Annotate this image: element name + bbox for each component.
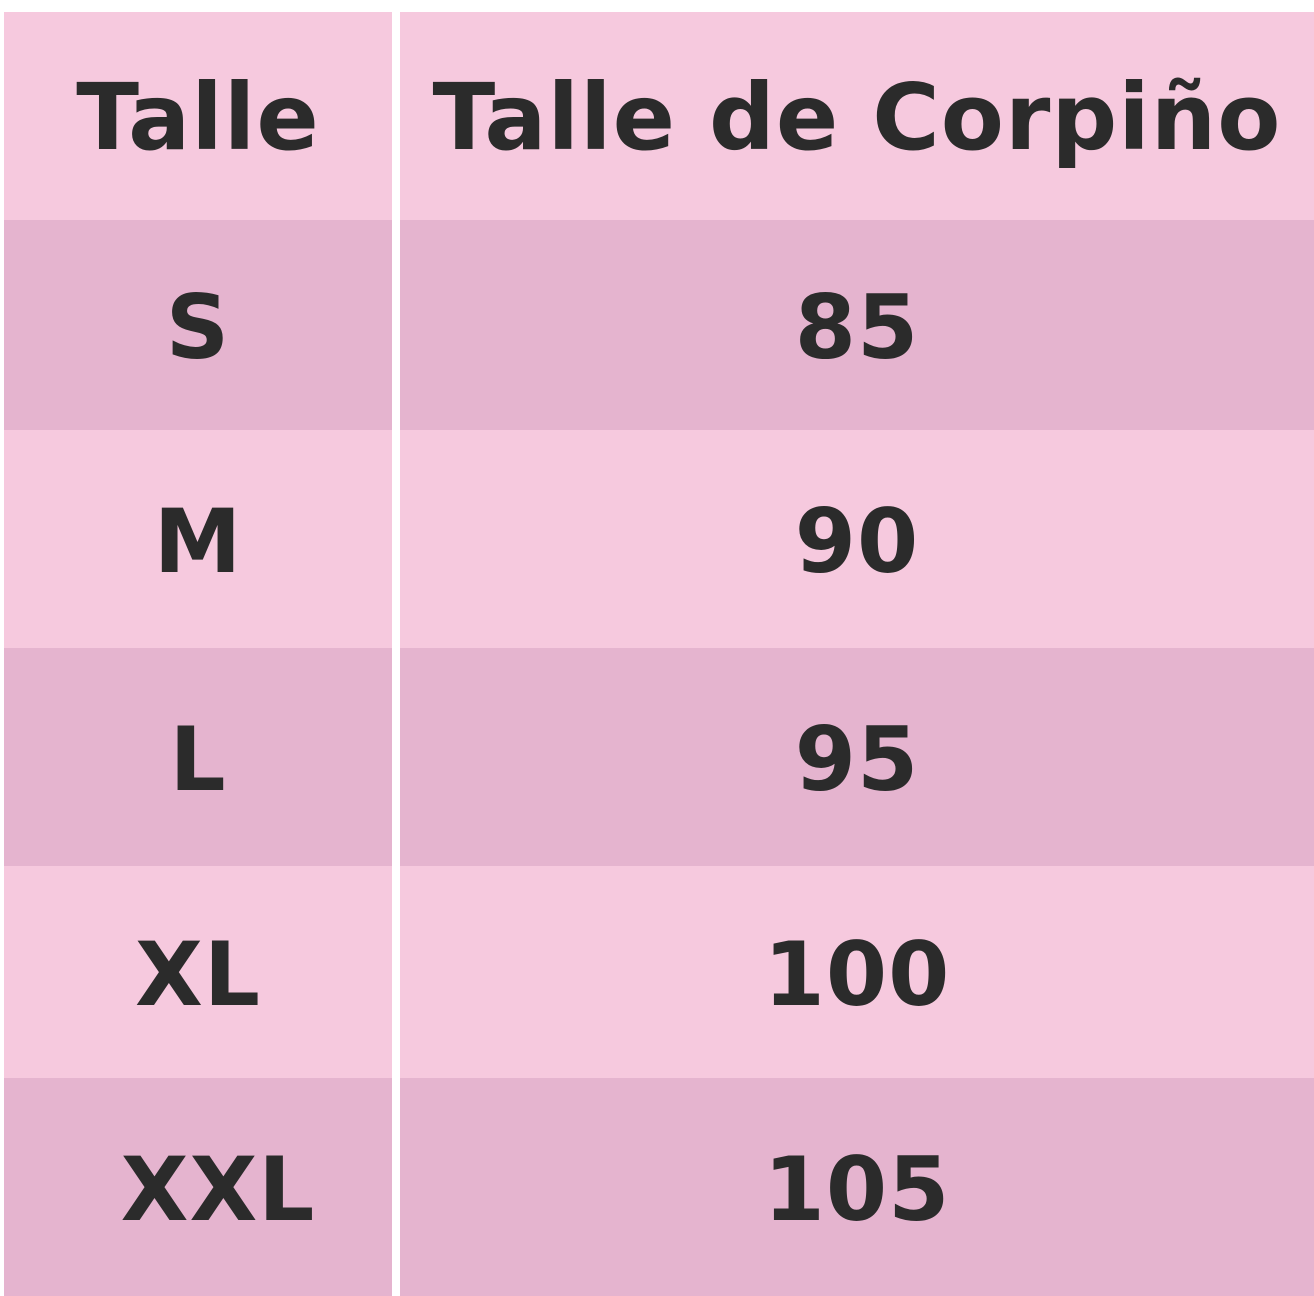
corpino-cell: 90 [400,430,1314,648]
talle-cell: XL [4,866,392,1078]
corpino-cell: 105 [400,1078,1314,1296]
size-table: Talle Talle de Corpiño S 85 M 90 L 95 XL… [0,0,1314,1296]
header-talle: Talle [4,12,392,220]
table-header-row: Talle Talle de Corpiño [0,12,1314,220]
table-row: M 90 [0,430,1314,648]
talle-cell: XXL [4,1078,392,1296]
table-row: XL 100 [0,866,1314,1078]
table-row: XXL 105 [0,1078,1314,1296]
corpino-cell: 95 [400,648,1314,866]
corpino-cell: 100 [400,866,1314,1078]
header-talle-de-corpino: Talle de Corpiño [400,12,1314,220]
talle-cell: S [4,220,392,430]
talle-cell: L [4,648,392,866]
table-row: S 85 [0,220,1314,430]
corpino-cell: 85 [400,220,1314,430]
table-row: L 95 [0,648,1314,866]
talle-cell: M [4,430,392,648]
